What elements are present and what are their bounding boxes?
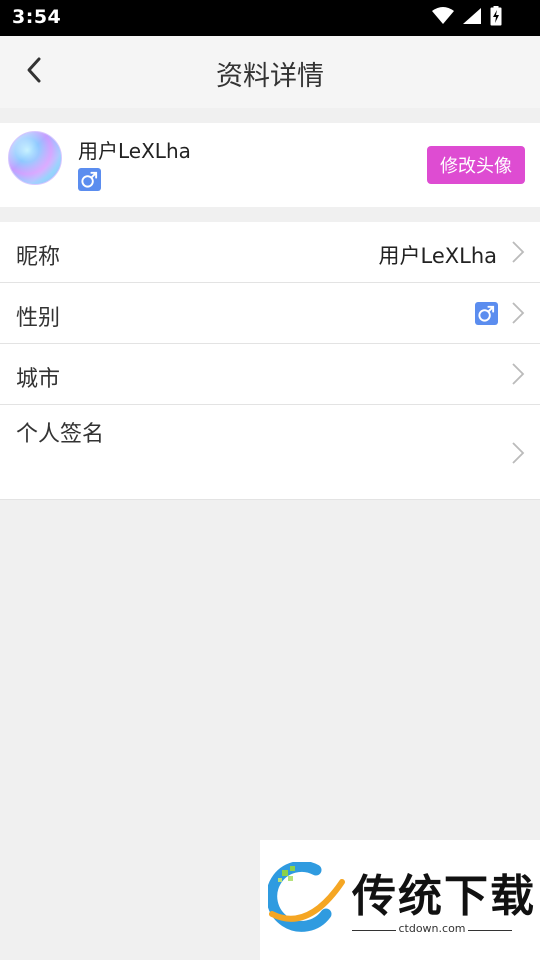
gender-male-icon (78, 168, 101, 191)
gender-label: 性别 (16, 306, 61, 331)
cellular-signal-icon (462, 7, 482, 29)
battery-charging-icon (490, 6, 502, 30)
status-bar: 3:54 (0, 0, 540, 36)
chevron-right-icon (510, 441, 526, 465)
edit-avatar-button[interactable]: 修改头像 (427, 146, 525, 184)
settings-list: 昵称 用户LeXLha 性别 城市 个人签名 (0, 222, 540, 500)
watermark-domain: ctdown.com (352, 922, 512, 935)
app-bar: 资料详情 (0, 36, 540, 108)
chevron-right-icon (510, 240, 526, 264)
gender-row[interactable]: 性别 (0, 283, 540, 344)
status-icons (432, 6, 502, 30)
nickname-label: 昵称 (16, 245, 61, 270)
watermark-brand: 传统下载 (352, 871, 536, 922)
avatar[interactable] (8, 131, 62, 185)
watermark-logo-icon (266, 860, 346, 938)
watermark: 传统下载 ctdown.com (260, 840, 540, 960)
gender-male-icon (475, 302, 498, 325)
chevron-right-icon (510, 362, 526, 386)
nickname-value: 用户LeXLha (378, 244, 497, 268)
nickname-row[interactable]: 昵称 用户LeXLha (0, 222, 540, 283)
profile-name: 用户LeXLha (78, 139, 191, 163)
city-row[interactable]: 城市 (0, 344, 540, 405)
signature-label: 个人签名 (16, 422, 105, 447)
page-title: 资料详情 (216, 61, 324, 92)
wifi-icon (432, 7, 454, 29)
status-time: 3:54 (12, 6, 62, 28)
signature-row[interactable]: 个人签名 (0, 405, 540, 500)
chevron-right-icon (510, 301, 526, 325)
city-label: 城市 (16, 367, 61, 392)
